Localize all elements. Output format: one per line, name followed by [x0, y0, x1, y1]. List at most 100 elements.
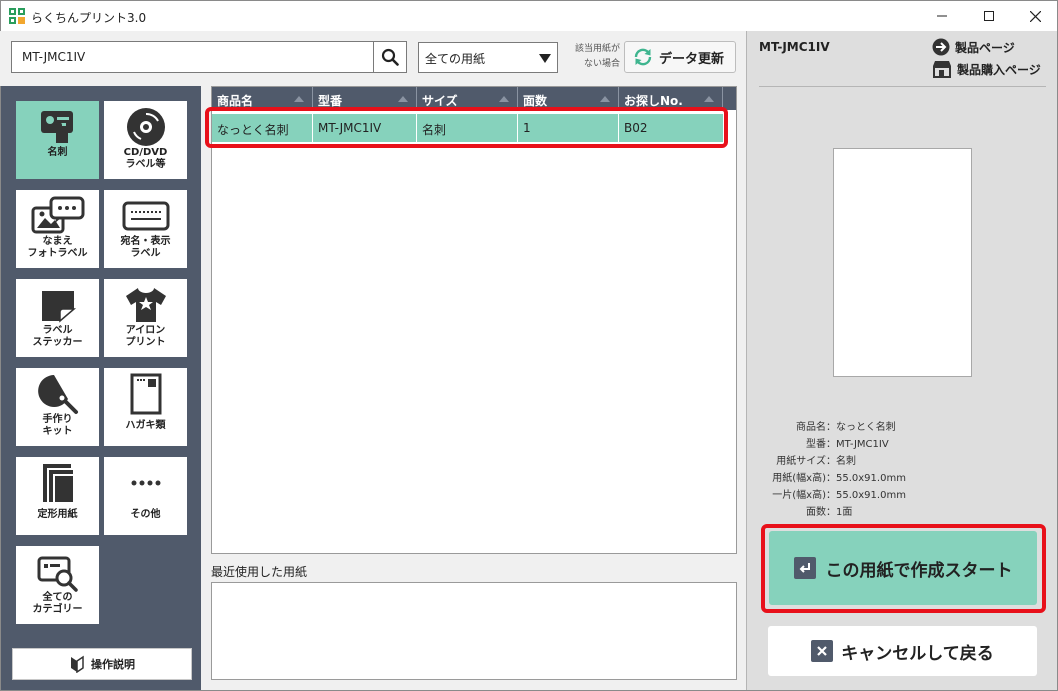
postcard-icon [130, 373, 161, 415]
search-input[interactable] [11, 41, 374, 73]
info-row: 一片(幅x高)： 55.0x91.0mm [746, 487, 1046, 504]
cd-dvd-icon [126, 108, 165, 146]
category-all[interactable]: 全ての カテゴリー [16, 546, 99, 624]
all-categories-search-icon [37, 556, 78, 592]
column-header-label: 型番 [318, 94, 343, 108]
category-name-photo-label[interactable]: なまえ フォトラベル [16, 190, 99, 268]
category-label: 全ての カテゴリー [32, 592, 83, 615]
paper-stack-icon [42, 464, 73, 502]
search-bar: 全ての用紙 該当用紙が ない場合 データ更新 [0, 31, 746, 86]
more-dots-icon [131, 480, 160, 486]
maximize-icon [984, 11, 994, 21]
column-header-label: 面数 [523, 94, 548, 108]
close-icon [1029, 10, 1041, 22]
sticker-icon [41, 291, 76, 323]
info-row: 用紙(幅x高)： 55.0x91.0mm [746, 470, 1046, 487]
shop-icon [933, 61, 951, 78]
info-value: 1面 [836, 507, 853, 518]
tshirt-icon [125, 288, 166, 322]
sort-arrow-icon [398, 96, 408, 102]
category-postcard[interactable]: ハガキ類 [104, 368, 187, 446]
category-label: その他 [130, 509, 161, 520]
business-card-icon [40, 111, 73, 143]
cancel-back-button[interactable]: キャンセルして戻る [768, 626, 1037, 676]
maximize-button[interactable] [966, 1, 1012, 31]
sort-arrow-icon [499, 96, 509, 102]
minimize-icon [937, 15, 947, 17]
no-paper-note: 該当用紙が ない場合 [560, 42, 620, 72]
no-paper-note-line1: 該当用紙が [574, 44, 620, 54]
info-row: 用紙サイズ： 名刺 [746, 453, 1046, 470]
paper-preview [833, 148, 972, 377]
search-button[interactable] [373, 41, 407, 73]
product-page-label: 製品ページ [955, 40, 1015, 55]
sort-arrow-icon [294, 96, 304, 102]
info-value: なっとく名刺 [836, 422, 896, 433]
category-address-label[interactable]: 宛名・表示 ラベル [104, 190, 187, 268]
category-standard-paper[interactable]: 定形用紙 [16, 457, 99, 535]
category-label: 名刺 [47, 147, 68, 158]
sort-arrow-icon [704, 96, 714, 102]
category-label: 定形用紙 [37, 509, 78, 520]
data-update-label: データ更新 [659, 51, 725, 67]
manual-button-label: 操作説明 [91, 658, 135, 671]
category-handmade-kit[interactable]: 手作り キット [16, 368, 99, 446]
paper-type-value: 全ての用紙 [425, 52, 486, 66]
address-label-icon [122, 201, 169, 231]
category-other[interactable]: その他 [104, 457, 187, 535]
purchase-page-label: 製品購入ページ [957, 62, 1041, 77]
cancel-back-label: キャンセルして戻る [841, 643, 994, 664]
category-label: 手作り キット [42, 414, 73, 437]
title-bar: らくちんプリント3.0 [0, 0, 1058, 31]
info-value: MT-JMC1IV [836, 439, 889, 450]
detail-model-title: MT-JMC1IV [759, 40, 830, 54]
minimize-button[interactable] [919, 1, 965, 31]
info-key: 面数： [806, 507, 836, 518]
column-header-label: お探しNo. [624, 94, 683, 108]
dropdown-caret-icon [539, 54, 551, 63]
info-key: 商品名： [796, 422, 836, 433]
info-key: 型番： [806, 439, 836, 450]
info-row: 面数： 1面 [746, 504, 1046, 521]
window-title: らくちんプリント3.0 [31, 11, 147, 25]
close-button[interactable] [1012, 1, 1058, 31]
recent-papers-list[interactable] [211, 582, 737, 680]
paper-type-select[interactable]: 全ての用紙 [418, 42, 558, 73]
refresh-icon [634, 48, 652, 66]
fan-icon [37, 375, 78, 414]
beginner-mark-icon [71, 655, 84, 673]
category-cd-dvd[interactable]: CD/DVD ラベル等 [104, 101, 187, 179]
product-page-link[interactable]: 製品ページ [932, 38, 1015, 56]
data-update-button[interactable]: データ更新 [624, 41, 736, 73]
info-value: 55.0x91.0mm [836, 490, 906, 501]
info-value: 名刺 [836, 456, 856, 467]
category-label: CD/DVD ラベル等 [123, 147, 168, 170]
manual-button[interactable]: 操作説明 [12, 648, 192, 680]
category-iron-print[interactable]: アイロン プリント [104, 279, 187, 357]
paper-results-table: 商品名 型番 サイズ 面数 お探しNo. なっとく名刺 MT-JMC1IV 名刺… [211, 86, 737, 554]
purchase-page-link[interactable]: 製品購入ページ [932, 60, 1041, 78]
category-label-sticker[interactable]: ラベル ステッカー [16, 279, 99, 357]
search-icon [381, 48, 399, 66]
no-paper-note-line2: ない場合 [583, 59, 620, 69]
cancel-x-icon [811, 640, 834, 662]
sort-arrow-icon [600, 96, 610, 102]
info-row: 型番： MT-JMC1IV [746, 436, 1046, 453]
info-row: 商品名： なっとく名刺 [746, 419, 1046, 436]
category-sidebar: 名刺 CD/DVD ラベル等 なまえ フォトラベル 宛名・表示 ラベル ラベル … [1, 86, 201, 690]
info-key: 用紙サイズ： [776, 456, 836, 467]
category-label: なまえ フォトラベル [27, 236, 88, 259]
start-button-highlight [761, 524, 1046, 613]
info-value: 55.0x91.0mm [836, 473, 906, 484]
paper-info: 商品名： なっとく名刺 型番： MT-JMC1IV 用紙サイズ： 名刺 用紙(幅x高)… [746, 419, 1046, 521]
info-key: 用紙(幅x高)： [772, 473, 836, 484]
photo-label-icon [31, 196, 84, 234]
category-label: ハガキ類 [125, 420, 166, 431]
category-label: 宛名・表示 ラベル [120, 236, 171, 259]
category-business-card[interactable]: 名刺 [16, 101, 99, 179]
detail-divider [759, 86, 1046, 87]
recent-papers-label: 最近使用した用紙 [211, 565, 308, 579]
category-label: ラベル ステッカー [32, 325, 83, 348]
column-header-label: サイズ [422, 94, 458, 108]
selected-row-highlight [205, 107, 728, 148]
